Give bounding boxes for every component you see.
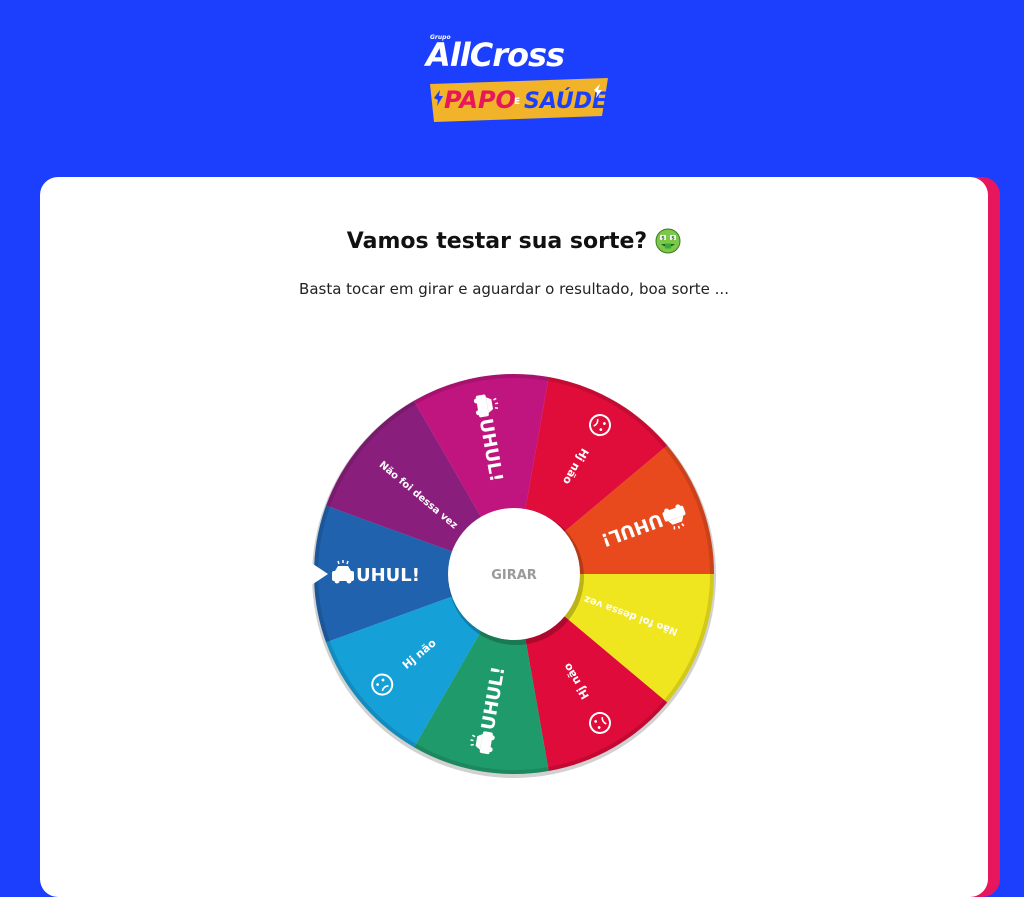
page-subtitle: Basta tocar em girar e aguardar o result… xyxy=(299,280,729,298)
money-mouth-face-icon: $ $ xyxy=(655,228,681,254)
papo-saude-banner: PAPO E SAÚDE xyxy=(430,78,608,122)
svg-text:PAPO: PAPO xyxy=(444,86,516,114)
wheel-segment-label: UHUL! xyxy=(356,565,420,586)
svg-text:$: $ xyxy=(661,236,665,242)
svg-text:SAÚDE: SAÚDE xyxy=(524,88,607,114)
page-title-row: Vamos testar sua sorte? $ $ xyxy=(0,228,1024,254)
svg-text:$: $ xyxy=(671,236,675,242)
spin-button[interactable]: GIRAR xyxy=(448,508,580,640)
page-title: Vamos testar sua sorte? xyxy=(346,228,648,254)
svg-text:E: E xyxy=(514,97,520,107)
header: PAPO E SAÚDE Grupo AllCross xyxy=(0,0,1024,170)
prize-wheel-container: UHUL! Não foi dessa vez UHUL! Hj não UHUL! Nã… xyxy=(302,362,726,786)
prize-wheel[interactable]: UHUL!Não foi dessa vezUHUL! Hj nãoUHUL!Nã… xyxy=(302,362,726,786)
allcross-papo-saude-logo: PAPO E SAÚDE Grupo AllCross xyxy=(420,30,620,130)
logo-brand-text: AllCross xyxy=(426,36,565,74)
spin-button-label[interactable]: GIRAR xyxy=(491,568,537,583)
